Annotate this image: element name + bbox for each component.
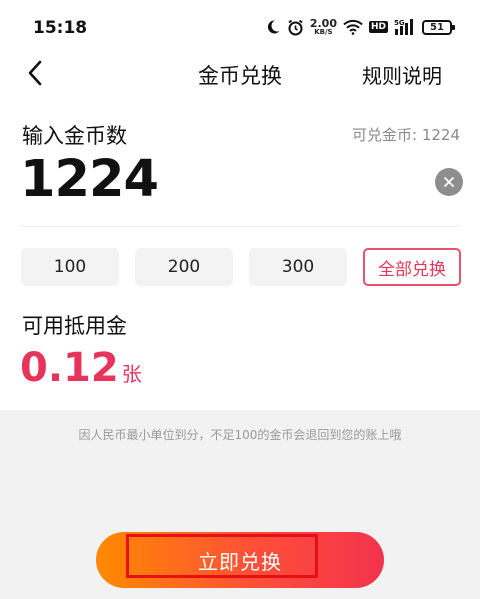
battery-level: 51 bbox=[430, 21, 444, 33]
clear-button[interactable] bbox=[435, 168, 463, 196]
deduction-unit: 张 bbox=[121, 362, 142, 386]
status-icons: 2.00 KB/S HD 5G 51 bbox=[265, 16, 455, 38]
input-label: 输入金币数 bbox=[22, 124, 127, 148]
battery-icon: 51 bbox=[422, 19, 455, 35]
quick-amount-row: 100 200 300 全部兑换 bbox=[21, 248, 461, 286]
signal-tech-label: 5G bbox=[394, 19, 405, 27]
available-coins: 可兑金币: 1224 bbox=[352, 126, 460, 144]
quick-amount-300-button[interactable]: 300 bbox=[249, 248, 347, 286]
quick-amount-100-button[interactable]: 100 bbox=[21, 248, 119, 286]
quick-amount-200-button[interactable]: 200 bbox=[135, 248, 233, 286]
deduction-amount: 0.12 bbox=[20, 345, 119, 391]
hd-badge: HD bbox=[368, 21, 388, 33]
divider bbox=[22, 226, 458, 227]
deduction-label: 可用抵用金 bbox=[22, 314, 127, 338]
header: 金币兑换 规则说明 bbox=[0, 56, 480, 102]
exchange-all-button[interactable]: 全部兑换 bbox=[363, 248, 461, 286]
wifi-icon bbox=[343, 19, 363, 35]
coin-amount-input[interactable]: 1224 bbox=[20, 150, 159, 209]
exchange-note: 因人民币最小单位到分，不足100的金币会退回到您的账上哦 bbox=[78, 428, 402, 442]
alarm-icon bbox=[287, 19, 304, 36]
status-bar: 15:18 2.00 KB/S HD 5G 51 bbox=[0, 0, 480, 56]
close-icon bbox=[444, 177, 454, 187]
net-speed-unit: KB/S bbox=[314, 28, 333, 36]
exchange-now-label: 立即兑换 bbox=[198, 549, 282, 574]
deduction-value: 0.12 张 bbox=[20, 345, 142, 391]
moon-icon bbox=[265, 19, 281, 35]
net-speed: 2.00 KB/S bbox=[310, 18, 337, 36]
signal-icon: 5G bbox=[394, 18, 416, 36]
exchange-now-button[interactable]: 立即兑换 bbox=[96, 532, 384, 588]
status-time: 15:18 bbox=[33, 18, 88, 38]
rules-link[interactable]: 规则说明 bbox=[362, 60, 442, 89]
